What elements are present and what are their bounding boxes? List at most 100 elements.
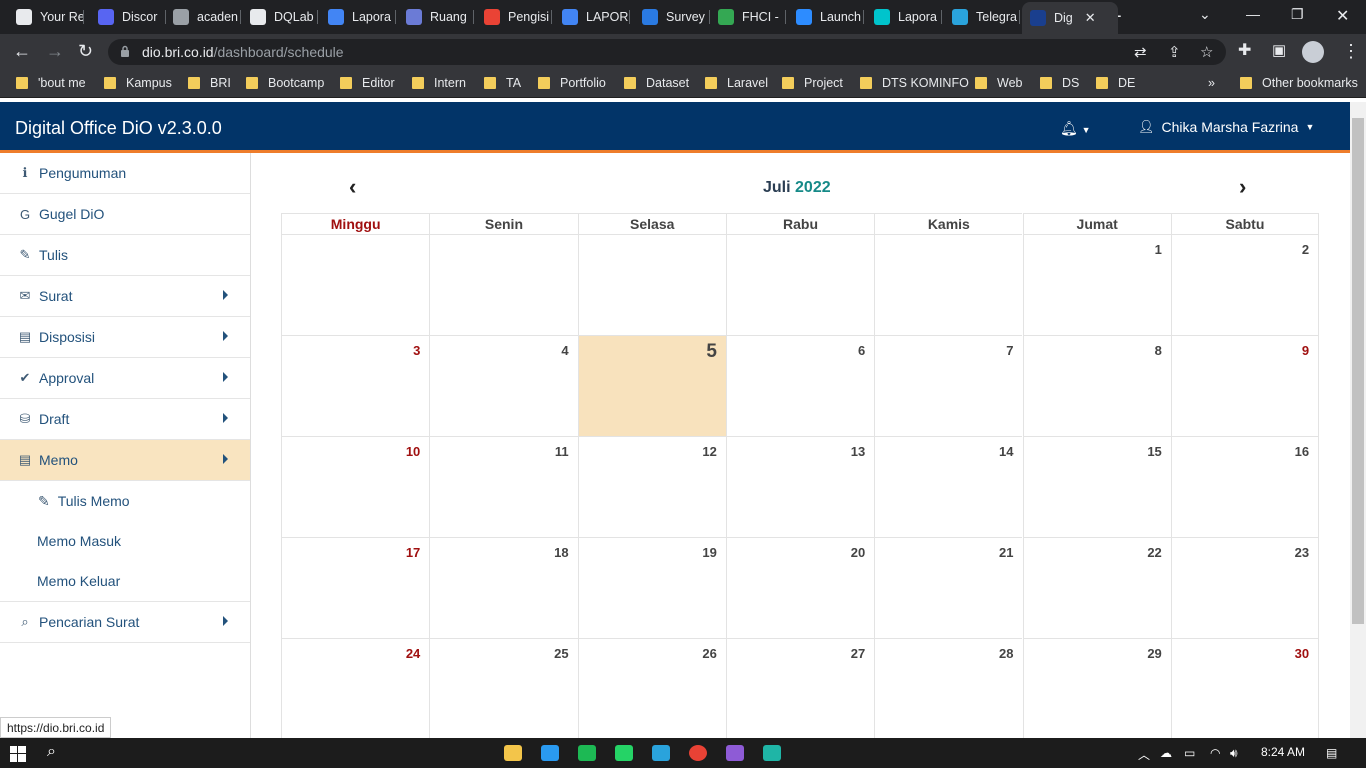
whatsapp-icon[interactable] xyxy=(615,745,633,761)
sidebar-item-draft[interactable]: ⛁ Draft xyxy=(0,399,250,440)
calendar-day[interactable]: 3 xyxy=(281,336,430,437)
maximize-icon[interactable]: ❐ xyxy=(1291,6,1304,23)
tray-chevron-icon[interactable]: ︿ xyxy=(1138,746,1150,763)
calendar-day[interactable]: 6 xyxy=(725,336,875,437)
calendar-day[interactable]: 7 xyxy=(874,336,1023,437)
user-menu[interactable]: 👤︎ Chika Marsha Fazrina ▼ xyxy=(1138,119,1314,135)
calendar-day[interactable]: 20 xyxy=(725,538,875,639)
calendar-day[interactable]: 2 xyxy=(1170,235,1320,336)
profile-avatar[interactable] xyxy=(1302,41,1324,63)
calendar-day[interactable]: 13 xyxy=(725,437,875,538)
github-desktop-icon[interactable] xyxy=(726,745,744,761)
page-scrollbar[interactable] xyxy=(1350,102,1366,738)
search-icon[interactable]: ⌕ xyxy=(47,743,56,761)
chrome-icon[interactable] xyxy=(689,745,707,761)
calendar-day[interactable]: 19 xyxy=(577,538,726,639)
close-window-icon[interactable]: ✕ xyxy=(1336,6,1349,26)
calendar-day[interactable]: 18 xyxy=(429,538,578,639)
bookmark-item[interactable]: Bootcamp xyxy=(246,76,324,90)
sidebar-item-surat[interactable]: ✉ Surat xyxy=(0,276,250,317)
calendar-day[interactable]: 17 xyxy=(281,538,430,639)
menu-kebab-icon[interactable]: ⋮ xyxy=(1342,42,1360,60)
bookmark-item[interactable]: Editor xyxy=(340,76,395,90)
calendar-day[interactable]: 10 xyxy=(281,437,430,538)
sidebar-item-gugel-dio[interactable]: G Gugel DiO xyxy=(0,194,250,235)
prev-month-button[interactable]: ‹ xyxy=(349,176,356,198)
telegram-icon[interactable] xyxy=(652,745,670,761)
bookmark-item[interactable]: Web xyxy=(975,76,1022,90)
browser-tab[interactable]: Dig ✕ xyxy=(1022,2,1118,34)
submenu-tulis-memo[interactable]: ✎ Tulis Memo xyxy=(0,481,250,521)
explorer-icon[interactable] xyxy=(504,745,522,761)
calendar-day[interactable]: 24 xyxy=(281,639,430,740)
close-tab-icon[interactable]: ✕ xyxy=(1085,10,1096,26)
tab-search-icon[interactable]: ⌄ xyxy=(1199,6,1211,23)
calendar-day[interactable]: 23 xyxy=(1170,538,1320,639)
sidepanel-icon[interactable]: ▣ xyxy=(1272,42,1286,60)
browser-tab[interactable]: Launch xyxy=(788,4,864,30)
submenu-memo-masuk[interactable]: Memo Masuk xyxy=(0,521,250,561)
clock[interactable]: 8:24 AM xyxy=(1261,745,1305,759)
browser-tab[interactable]: acaden xyxy=(165,4,241,30)
submenu-memo-keluar[interactable]: Memo Keluar xyxy=(0,561,250,601)
bookmark-item[interactable]: Intern xyxy=(412,76,466,90)
calendar-day[interactable]: 27 xyxy=(725,639,875,740)
calendar-day[interactable] xyxy=(429,235,578,336)
browser-tab[interactable]: Lapora xyxy=(320,4,396,30)
next-month-button[interactable]: › xyxy=(1239,176,1246,198)
bookmark-item[interactable]: Kampus xyxy=(104,76,172,90)
spotify-icon[interactable] xyxy=(578,745,596,761)
calendar-day[interactable] xyxy=(577,235,726,336)
calendar-day[interactable]: 26 xyxy=(577,639,726,740)
bookmark-item[interactable]: Laravel xyxy=(705,76,768,90)
forward-icon[interactable]: → xyxy=(46,42,64,60)
calendar-day[interactable]: 8 xyxy=(1022,336,1171,437)
sidebar-item-tulis[interactable]: ✎ Tulis xyxy=(0,235,250,276)
browser-tab[interactable]: DQLab xyxy=(242,4,318,30)
bookmark-item[interactable]: BRI xyxy=(188,76,231,90)
sidebar-item-memo[interactable]: ▤ Memo xyxy=(0,440,250,481)
browser-tab[interactable]: Telegra xyxy=(944,4,1020,30)
vscode-icon[interactable] xyxy=(541,745,559,761)
calendar-day-today[interactable]: 5 xyxy=(577,336,726,437)
windows-start-icon[interactable] xyxy=(10,746,26,762)
calendar-day[interactable]: 14 xyxy=(874,437,1023,538)
edge-icon[interactable] xyxy=(763,745,781,761)
other-bookmarks[interactable]: Other bookmarks xyxy=(1240,76,1358,90)
calendar-day[interactable]: 11 xyxy=(429,437,578,538)
volume-icon[interactable]: 🔊︎ xyxy=(1230,746,1238,761)
browser-tab[interactable]: Your Re xyxy=(8,4,84,30)
sidebar-item-pencarian-surat[interactable]: ⌕ Pencarian Surat xyxy=(0,602,250,643)
battery-icon[interactable]: ▭ xyxy=(1184,746,1195,760)
calendar-day[interactable] xyxy=(725,235,875,336)
reload-icon[interactable]: ↻ xyxy=(78,42,93,60)
calendar-day[interactable]: 4 xyxy=(429,336,578,437)
wifi-icon[interactable]: ◠ xyxy=(1210,746,1220,760)
share-icon[interactable]: ⇪ xyxy=(1168,43,1181,61)
sidebar-item-approval[interactable]: ✔ Approval xyxy=(0,358,250,399)
bookmark-item[interactable]: Dataset xyxy=(624,76,689,90)
back-icon[interactable]: ← xyxy=(13,42,31,60)
browser-tab[interactable]: Pengisi xyxy=(476,4,552,30)
more-bookmarks-button[interactable]: » xyxy=(1208,76,1215,90)
scrollbar-thumb[interactable] xyxy=(1352,118,1364,624)
translate-icon[interactable]: ⇄ xyxy=(1134,43,1147,61)
calendar-day[interactable]: 25 xyxy=(429,639,578,740)
onedrive-icon[interactable]: ☁ xyxy=(1160,746,1172,760)
notification-bell-icon[interactable]: 🔔︎ ▼ xyxy=(1060,120,1091,137)
notifications-icon[interactable]: ▤ xyxy=(1326,746,1337,760)
calendar-day[interactable]: 12 xyxy=(577,437,726,538)
calendar-day[interactable]: 22 xyxy=(1022,538,1171,639)
calendar-day[interactable] xyxy=(874,235,1023,336)
calendar-day[interactable] xyxy=(281,235,430,336)
browser-tab[interactable]: Survey xyxy=(634,4,710,30)
browser-tab[interactable]: LAPOR xyxy=(554,4,630,30)
bookmark-item[interactable]: DS xyxy=(1040,76,1079,90)
browser-tab[interactable]: Ruang xyxy=(398,4,474,30)
bookmark-item[interactable]: TA xyxy=(484,76,521,90)
sidebar-item-disposisi[interactable]: ▤ Disposisi xyxy=(0,317,250,358)
bookmark-item[interactable]: Project xyxy=(782,76,843,90)
bookmark-item[interactable]: DTS KOMINFO xyxy=(860,76,969,90)
bookmark-item[interactable]: Portfolio xyxy=(538,76,606,90)
bookmark-item[interactable]: DE xyxy=(1096,76,1135,90)
